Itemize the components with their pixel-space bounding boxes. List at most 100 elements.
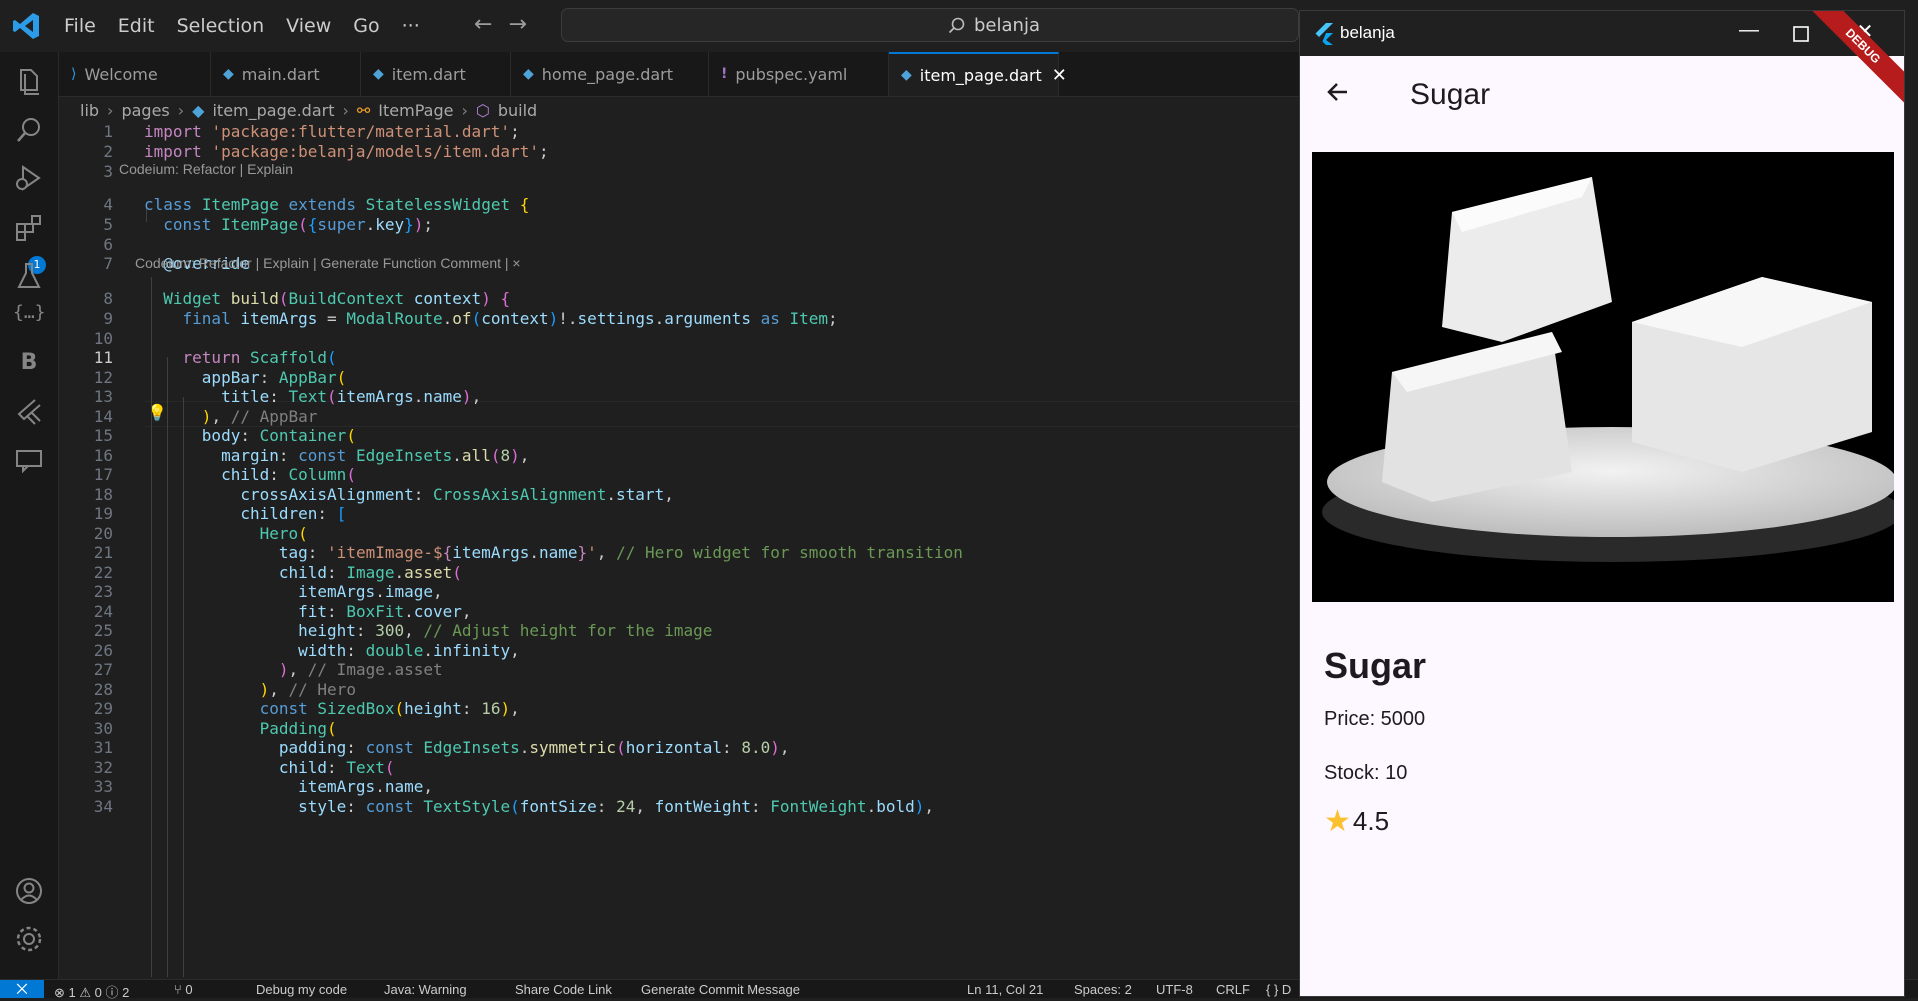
breadcrumb-file[interactable]: item_page.dart xyxy=(212,101,334,120)
code-text: ), // Image.asset xyxy=(278,660,443,679)
ports-status[interactable]: ⑂ 0 xyxy=(174,982,193,997)
line-number: 20 xyxy=(93,524,113,543)
codeium-lens-class[interactable]: Codeium: Refactor | Explain xyxy=(119,161,293,177)
line-number: 34 xyxy=(93,797,113,816)
code-text: Padding( xyxy=(259,719,337,738)
appbar-title: Sugar xyxy=(1410,78,1491,111)
debug-status[interactable]: Debug my code xyxy=(256,982,347,997)
line-number: 1 xyxy=(103,122,113,141)
product-price: Price: 5000 xyxy=(1324,708,1426,730)
tab-label: item.dart xyxy=(391,64,466,84)
breadcrumb-method[interactable]: build xyxy=(498,101,537,120)
tab-label: main.dart xyxy=(241,64,320,84)
code-text: ), // AppBar xyxy=(201,407,318,426)
codeium-lens-build[interactable]: Codeium: Refactor | Explain | Generate F… xyxy=(135,255,521,271)
generate-commit-message[interactable]: Generate Commit Message xyxy=(641,982,800,997)
eol-status[interactable]: CRLF xyxy=(1216,982,1250,997)
line-number: 19 xyxy=(93,504,113,523)
tab-main-dart[interactable]: ◆ main.dart xyxy=(211,52,361,96)
menu-bar: File Edit Selection View Go ··· xyxy=(64,0,442,52)
code-editor[interactable]: 💡 1 import 'package:flutter/material.dart… xyxy=(59,122,1345,979)
back-arrow-icon[interactable] xyxy=(1326,80,1350,104)
settings-gear-icon[interactable] xyxy=(13,923,45,955)
line-number: 12 xyxy=(93,368,113,387)
flutter-logo-icon xyxy=(1315,23,1333,45)
chevron-right-icon: › xyxy=(177,100,185,120)
code-text: child: Image.asset( xyxy=(278,563,462,582)
cursor-position[interactable]: Ln 11, Col 21 xyxy=(967,982,1043,997)
minimize-icon[interactable]: — xyxy=(1734,19,1764,49)
yaml-icon: ! xyxy=(721,66,728,82)
indentation-status[interactable]: Spaces: 2 xyxy=(1074,982,1132,997)
product-name: Sugar xyxy=(1324,645,1427,686)
tab-pubspec-yaml[interactable]: ! pubspec.yaml xyxy=(709,52,889,96)
menu-edit[interactable]: Edit xyxy=(118,15,155,37)
forward-arrow-icon[interactable]: → xyxy=(508,12,542,37)
app-window-title: belanja xyxy=(1340,23,1395,42)
code-text: const ItemPage({super.key}); xyxy=(163,215,434,234)
extensions-icon[interactable] xyxy=(13,212,45,244)
line-number: 5 xyxy=(103,215,113,234)
menu-more[interactable]: ··· xyxy=(402,15,420,37)
code-text: ), // Hero xyxy=(259,680,356,699)
chevron-right-icon: › xyxy=(107,100,114,120)
line-number: 2 xyxy=(103,142,113,161)
product-image xyxy=(1312,152,1894,602)
search-icon xyxy=(948,17,965,34)
breadcrumb-class[interactable]: ItemPage xyxy=(378,101,453,120)
run-debug-icon[interactable] xyxy=(13,162,45,194)
menu-go[interactable]: Go xyxy=(353,15,379,37)
close-tab-icon[interactable]: ✕ xyxy=(1052,65,1067,86)
line-number: 27 xyxy=(93,660,113,679)
code-text: itemArgs.name, xyxy=(298,777,433,796)
menu-view[interactable]: View xyxy=(286,15,331,37)
dart-icon: ◆ xyxy=(223,66,234,82)
search-icon[interactable] xyxy=(13,114,45,146)
breadcrumb-pages[interactable]: pages xyxy=(121,101,169,120)
problems-status[interactable]: ⊗ 1 ⚠ 0 ⓘ 2 xyxy=(54,982,129,1001)
vscode-logo-icon xyxy=(13,13,39,39)
flutter-outline-icon[interactable] xyxy=(13,396,45,428)
tab-item-page-dart[interactable]: ◆ item_page.dart ✕ xyxy=(889,52,1067,96)
breadcrumb: lib › pages › ◆ item_page.dart › ⚯ ItemPage › … xyxy=(80,98,545,122)
chevron-right-icon: › xyxy=(461,100,468,120)
sugar-cubes-image xyxy=(1312,152,1894,602)
line-number: 31 xyxy=(93,738,113,757)
chevron-right-icon: › xyxy=(342,100,349,120)
back-arrow-icon[interactable]: ← xyxy=(474,12,508,37)
tab-label: pubspec.yaml xyxy=(735,64,848,84)
tab-item-dart[interactable]: ◆ item.dart xyxy=(361,52,511,96)
breadcrumb-lib[interactable]: lib xyxy=(80,101,99,120)
tab-label: Welcome xyxy=(84,64,158,84)
command-center-search[interactable]: belanja xyxy=(561,8,1299,42)
chat-icon[interactable] xyxy=(13,444,45,476)
tab-home-page-dart[interactable]: ◆ home_page.dart xyxy=(511,52,709,96)
remote-indicator-icon[interactable]: ⨉ xyxy=(0,980,44,998)
code-text: Widget build(BuildContext context) { xyxy=(163,289,511,308)
code-line[interactable]: 34 style: const TextStyle(fontSize: 24, … xyxy=(59,797,1299,821)
tab-welcome[interactable]: ⟩ Welcome xyxy=(59,52,211,96)
maximize-icon[interactable] xyxy=(1793,26,1809,42)
b-extension-icon[interactable]: B xyxy=(13,350,45,382)
explorer-icon[interactable] xyxy=(13,66,45,98)
menu-selection[interactable]: Selection xyxy=(177,15,265,37)
code-text: children: [ xyxy=(240,504,347,523)
line-number: 22 xyxy=(93,563,113,582)
line-number: 8 xyxy=(103,289,113,308)
testing-flask-icon[interactable] xyxy=(13,260,45,292)
code-text: padding: const EdgeInsets.symmetric(hori… xyxy=(278,738,790,757)
line-number: 26 xyxy=(93,641,113,660)
share-code-link[interactable]: Share Code Link xyxy=(515,982,612,997)
activity-bar: 1 {…} B xyxy=(0,52,59,979)
code-text: import 'package:belanja/models/item.dart… xyxy=(144,142,549,161)
java-status[interactable]: Java: Warning xyxy=(384,982,467,997)
code-text: height: 300, // Adjust height for the im… xyxy=(298,621,713,640)
line-number: 25 xyxy=(93,621,113,640)
encoding-status[interactable]: UTF-8 xyxy=(1156,982,1193,997)
code-text: child: Column( xyxy=(221,465,356,484)
menu-file[interactable]: File xyxy=(64,15,96,37)
json-braces-icon[interactable]: {…} xyxy=(13,302,46,334)
code-text: width: double.infinity, xyxy=(298,641,520,660)
account-icon[interactable] xyxy=(13,875,45,907)
language-status[interactable]: { } D xyxy=(1266,982,1291,997)
